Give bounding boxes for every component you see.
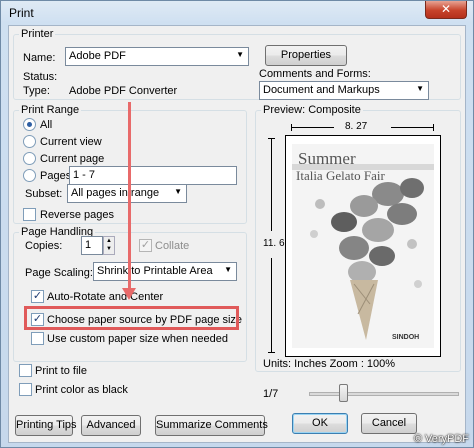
poster-brand: SINDOH bbox=[392, 334, 420, 341]
annotation-arrow-head bbox=[122, 288, 136, 300]
page-slider-track[interactable] bbox=[309, 392, 459, 396]
subset-value: All pages in range bbox=[71, 187, 160, 199]
status-label: Status: bbox=[23, 71, 58, 83]
preview-width: 8. 27 bbox=[345, 121, 368, 132]
window-title: Print bbox=[9, 6, 34, 20]
custom-paper-label[interactable]: Use custom paper size when needed bbox=[47, 333, 228, 345]
print-to-file-checkbox[interactable] bbox=[19, 364, 32, 377]
collate-label[interactable]: Collate bbox=[155, 240, 189, 252]
pages-radio[interactable] bbox=[23, 169, 36, 182]
poster-title-line2: Italia Gelato Fair bbox=[296, 168, 385, 183]
advanced-button[interactable]: Advanced bbox=[81, 415, 141, 436]
comments-forms-select[interactable]: Document and Markups ▼ bbox=[259, 81, 429, 100]
page-scaling-value: Shrink to Printable Area bbox=[97, 265, 213, 277]
verypdf-watermark: © VeryPDF bbox=[413, 433, 469, 445]
height-dim-tick-bottom bbox=[268, 352, 275, 353]
pages-label[interactable]: Pages bbox=[40, 170, 71, 182]
all-radio[interactable] bbox=[23, 118, 36, 131]
collate-checkbox[interactable]: ✓ bbox=[139, 239, 152, 252]
reverse-pages-label[interactable]: Reverse pages bbox=[40, 209, 114, 221]
copies-label: Copies: bbox=[25, 240, 63, 252]
copies-input[interactable]: 1 bbox=[81, 236, 103, 255]
page-counter: 1/7 bbox=[263, 388, 279, 400]
poster-title: Summer Italia Gelato Fair bbox=[296, 149, 385, 184]
print-dialog: Print ✕ Printer Name: Adobe PDF ▼ Proper… bbox=[0, 0, 474, 448]
printer-name-label: Name: bbox=[23, 52, 56, 64]
preview-legend: Preview: Composite bbox=[261, 104, 363, 116]
print-color-black-label[interactable]: Print color as black bbox=[35, 384, 128, 396]
pages-input[interactable]: 1 - 7 bbox=[69, 166, 237, 185]
page-scaling-label: Page Scaling: bbox=[25, 267, 93, 279]
chevron-down-icon: ▼ bbox=[236, 50, 244, 59]
properties-button[interactable]: Properties bbox=[265, 45, 347, 66]
dialog-client: Printer Name: Adobe PDF ▼ Properties Sta… bbox=[8, 25, 466, 443]
printer-legend: Printer bbox=[19, 28, 56, 40]
printer-name-value: Adobe PDF bbox=[69, 50, 126, 62]
summarize-comments-button[interactable]: Summarize Comments bbox=[155, 415, 268, 436]
type-label: Type: bbox=[23, 85, 50, 97]
title-bar: Print ✕ bbox=[1, 1, 473, 23]
units-zoom-label: Units: Inches Zoom : 100% bbox=[263, 358, 396, 370]
copies-spinner[interactable]: ▲ ▼ bbox=[103, 236, 115, 255]
subset-select[interactable]: All pages in range ▼ bbox=[67, 184, 187, 203]
height-dim-line-bottom bbox=[271, 258, 272, 352]
auto-rotate-checkbox[interactable]: ✓ bbox=[31, 290, 44, 303]
subset-label: Subset: bbox=[25, 188, 63, 200]
height-dim-line-top bbox=[271, 139, 272, 231]
poster-title-line1: Summer bbox=[298, 149, 356, 168]
print-range-legend: Print Range bbox=[19, 104, 82, 116]
all-label[interactable]: All bbox=[40, 119, 52, 131]
ok-button[interactable]: OK bbox=[292, 413, 348, 434]
current-view-label[interactable]: Current view bbox=[40, 136, 102, 148]
comments-forms-label: Comments and Forms: bbox=[259, 68, 371, 80]
spin-up-icon[interactable]: ▲ bbox=[104, 237, 114, 245]
annotation-arrow-shaft bbox=[128, 102, 131, 290]
page-scaling-select[interactable]: Shrink to Printable Area ▼ bbox=[93, 262, 237, 281]
printer-name-select[interactable]: Adobe PDF ▼ bbox=[65, 47, 249, 66]
current-view-radio[interactable] bbox=[23, 135, 36, 148]
chevron-down-icon: ▼ bbox=[174, 187, 182, 196]
poster-image: Summer Italia Gelato Fair SINDOH bbox=[292, 144, 434, 348]
width-dim-line-left bbox=[292, 127, 334, 128]
printing-tips-button[interactable]: Printing Tips bbox=[15, 415, 77, 436]
chevron-down-icon: ▼ bbox=[416, 84, 424, 93]
reverse-pages-checkbox[interactable] bbox=[23, 208, 36, 221]
highlight-box bbox=[24, 306, 239, 330]
print-color-black-checkbox[interactable] bbox=[19, 383, 32, 396]
auto-rotate-label[interactable]: Auto-Rotate and Center bbox=[47, 291, 163, 303]
type-value: Adobe PDF Converter bbox=[69, 85, 178, 97]
current-page-label[interactable]: Current page bbox=[40, 153, 104, 165]
spin-down-icon[interactable]: ▼ bbox=[104, 245, 114, 253]
comments-forms-value: Document and Markups bbox=[263, 84, 380, 96]
current-page-radio[interactable] bbox=[23, 152, 36, 165]
cancel-button[interactable]: Cancel bbox=[361, 413, 417, 434]
width-dim-line-right bbox=[391, 127, 433, 128]
page-preview: Summer Italia Gelato Fair SINDOH bbox=[285, 135, 441, 357]
chevron-down-icon: ▼ bbox=[224, 265, 232, 274]
close-icon[interactable]: ✕ bbox=[425, 1, 467, 19]
print-to-file-label[interactable]: Print to file bbox=[35, 365, 87, 377]
width-dim-tick-right bbox=[433, 124, 434, 131]
page-slider-thumb[interactable] bbox=[339, 384, 348, 402]
custom-paper-checkbox[interactable] bbox=[31, 332, 44, 345]
